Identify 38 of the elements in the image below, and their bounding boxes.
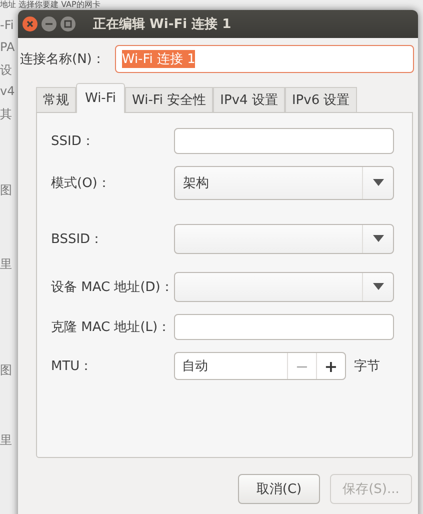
background-text: 地址 选择你要建 VAP的网卡	[0, 0, 100, 9]
field-label: 设备 MAC 地址(D)：	[51, 279, 174, 296]
field-label: BSSID：	[51, 231, 104, 248]
dropdown-arrow-icon	[372, 283, 384, 291]
tab[interactable]: IPv4 设置	[213, 87, 285, 112]
tab[interactable]: 常规	[36, 87, 76, 112]
background-text: 其	[0, 106, 12, 123]
maximize-icon[interactable]	[60, 16, 76, 32]
increase-button[interactable]: +	[316, 353, 345, 379]
background-text: PA	[0, 40, 15, 54]
field-label: 克隆 MAC 地址(L)：	[51, 319, 171, 336]
field-label: 连接名称(N)：	[20, 51, 105, 68]
field-label: MTU：	[51, 358, 93, 375]
field-label: 模式(O)：	[51, 175, 110, 192]
dropdown[interactable]: 架构	[174, 166, 394, 200]
background-text: 图	[0, 182, 12, 199]
unit-label: 字节	[354, 358, 380, 375]
tab[interactable]: Wi-Fi	[76, 83, 126, 113]
text-field[interactable]	[174, 128, 394, 154]
minimize-icon[interactable]	[41, 16, 57, 32]
tab[interactable]: Wi-Fi 安全性	[125, 87, 214, 112]
background-text: -Fi	[0, 18, 14, 32]
tab[interactable]: IPv6 设置	[284, 87, 357, 112]
field-label: SSID：	[51, 133, 94, 150]
spin-field[interactable]: 自动 − +	[174, 352, 346, 380]
dialog-button[interactable]: 取消(C)	[238, 474, 320, 504]
background-text: 图	[0, 362, 12, 379]
dropdown[interactable]	[174, 272, 394, 302]
text-field[interactable]	[174, 314, 394, 340]
dropdown[interactable]	[174, 224, 394, 254]
background-text: 里	[0, 256, 12, 273]
close-icon[interactable]	[22, 16, 38, 32]
window-title: 正在编辑 Wi-Fi 连接 1	[93, 16, 232, 33]
background-text: 里	[0, 432, 12, 449]
dropdown-arrow-icon	[372, 235, 384, 243]
background-text: 设	[0, 62, 12, 79]
background-text: v4	[0, 84, 15, 98]
dropdown-arrow-icon	[372, 179, 384, 187]
